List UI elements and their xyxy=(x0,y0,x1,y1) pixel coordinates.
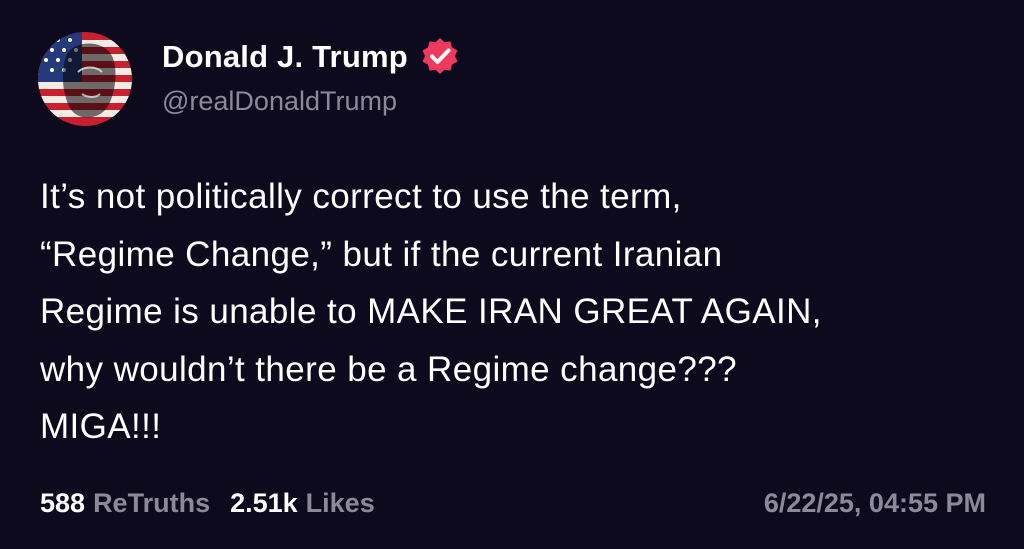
retruths-stat[interactable]: 588 ReTruths xyxy=(40,488,210,519)
post-body-line: “Regime Change,” but if the current Iran… xyxy=(40,234,723,274)
post-body: It’s not politically correct to use the … xyxy=(40,168,1000,456)
post-timestamp[interactable]: 6/22/25, 04:55 PM xyxy=(764,488,986,519)
post-body-line: Regime is unable to MAKE IRAN GREAT AGAI… xyxy=(40,292,822,331)
truth-post: Donald J. Trump @realDonaldTrump It’s no… xyxy=(0,0,1024,549)
post-stats: 588 ReTruths 2.51k Likes xyxy=(40,488,375,519)
post-body-line: It’s not politically correct to use the … xyxy=(40,177,682,216)
verified-badge-icon xyxy=(418,35,462,79)
author-display-name[interactable]: Donald J. Trump xyxy=(162,39,408,75)
likes-stat[interactable]: 2.51k Likes xyxy=(230,488,375,519)
post-body-line: MIGA!!! xyxy=(40,407,162,446)
avatar-flag-portrait-icon xyxy=(38,32,132,126)
post-body-line: why wouldn’t there be a Regime change??? xyxy=(40,349,737,389)
likes-label: Likes xyxy=(305,488,375,518)
author-handle[interactable]: @realDonaldTrump xyxy=(162,86,397,117)
retruths-count: 588 xyxy=(40,488,86,518)
likes-count: 2.51k xyxy=(230,488,298,518)
author-name-row: Donald J. Trump xyxy=(162,36,462,78)
avatar[interactable] xyxy=(38,32,132,126)
retruths-label: ReTruths xyxy=(93,488,211,518)
